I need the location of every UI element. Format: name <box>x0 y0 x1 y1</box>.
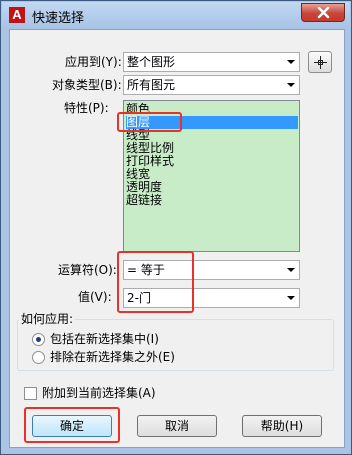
append-checkbox[interactable] <box>24 387 37 400</box>
close-button[interactable] <box>301 3 345 22</box>
radio-selected-dot <box>36 337 41 342</box>
chevron-down-icon <box>282 76 299 94</box>
exclude-radio[interactable] <box>32 351 45 364</box>
close-icon <box>317 7 330 19</box>
cancel-button[interactable]: 取消 <box>137 415 217 437</box>
chevron-down-icon <box>282 53 299 71</box>
apply-to-select[interactable]: 整个图形 <box>123 52 300 72</box>
chevron-down-icon <box>282 261 299 279</box>
crosshair-select-icon <box>314 56 327 69</box>
highlight-box-layer <box>117 112 182 132</box>
highlight-box-ok <box>24 407 120 443</box>
value-label: 值(V): <box>78 290 112 304</box>
highlight-box-operator-value <box>117 251 194 313</box>
append-label[interactable]: 附加到当前选择集(A) <box>42 385 156 401</box>
object-type-select[interactable]: 所有图元 <box>123 75 300 95</box>
include-label[interactable]: 包括在新选择集中(I) <box>50 331 159 347</box>
title-bar[interactable]: A 快速选择 <box>2 2 350 28</box>
object-type-label: 对象类型(B): <box>52 78 122 92</box>
autocad-app-icon: A <box>9 7 25 23</box>
help-button[interactable]: 帮助(H) <box>242 415 322 437</box>
select-objects-button[interactable] <box>308 51 332 73</box>
dialog-window: A 快速选择 应用到(Y): 整个图形 对象类型(B): 所有图元 特性(P):… <box>0 0 352 455</box>
dialog-client-area: 应用到(Y): 整个图形 对象类型(B): 所有图元 特性(P): 颜色 图层 … <box>9 29 345 448</box>
property-item-hyperlink[interactable]: 超链接 <box>126 194 162 207</box>
window-title: 快速选择 <box>32 11 85 26</box>
object-type-value: 所有图元 <box>127 78 176 92</box>
operator-label: 运算符(O): <box>58 263 117 277</box>
apply-method-title: 如何应用: <box>19 312 76 326</box>
apply-to-label: 应用到(Y): <box>65 55 122 69</box>
apply-to-value: 整个图形 <box>127 55 176 69</box>
chevron-down-icon <box>282 289 299 307</box>
include-radio[interactable] <box>32 333 45 346</box>
properties-label: 特性(P): <box>64 101 109 115</box>
exclude-label[interactable]: 排除在新选择集之外(E) <box>50 349 175 365</box>
